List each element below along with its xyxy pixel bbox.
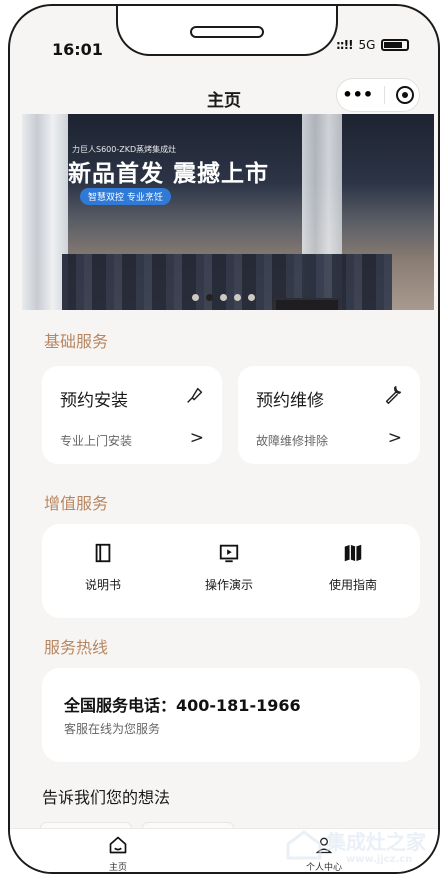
banner-dot[interactable]	[192, 294, 199, 301]
hotline-card[interactable]: 全国服务电话：400-181-1966 客服在线为您服务	[42, 668, 420, 762]
home-icon	[109, 836, 127, 854]
mini-program-capsule: •••	[336, 78, 420, 112]
watermark-url: www.jjcz.cn	[346, 854, 413, 865]
banner-indicator	[192, 294, 255, 301]
watermark: 集成灶之家 www.jjcz.cn	[280, 818, 438, 872]
screwdriver-icon	[187, 387, 203, 403]
city-skyline	[62, 254, 392, 310]
watermark-house-icon	[286, 830, 322, 860]
tab-home[interactable]: 主页	[88, 835, 148, 873]
banner-dot[interactable]	[206, 294, 213, 301]
vas-demo[interactable]: 操作演示	[184, 542, 274, 593]
book-icon	[95, 543, 111, 563]
card-repair-title: 预约维修	[256, 391, 324, 411]
watermark-text: 集成灶之家	[326, 830, 426, 854]
hotline-phone: 全国服务电话：400-181-1966	[64, 696, 301, 715]
section-hotline: 服务热线	[44, 638, 109, 657]
hotline-subtitle: 客服在线为您服务	[64, 722, 161, 736]
map-icon	[344, 544, 362, 562]
value-added-panel: 说明书 操作演示 使用指南	[42, 524, 420, 618]
signal-icon: ::!!	[336, 38, 354, 52]
network-label: 5G	[358, 38, 376, 52]
card-repair-subtitle: 故障维修排除	[256, 434, 329, 448]
notch	[116, 6, 338, 56]
more-dots-icon[interactable]: •••	[342, 87, 373, 103]
vas-manual-label: 说明书	[84, 578, 121, 592]
card-install-subtitle: 专业上门安装	[60, 434, 133, 448]
vas-guide[interactable]: 使用指南	[308, 542, 398, 593]
card-install-title: 预约安装	[60, 391, 128, 411]
phone-frame: 16:01 ::!! 5G 主页 ••• 力巨人S600-ZKD蒸烤集成灶 新品…	[8, 4, 440, 874]
banner-dot[interactable]	[220, 294, 227, 301]
battery-icon	[381, 39, 410, 51]
section-value-added: 增值服务	[44, 494, 109, 513]
vas-demo-label: 操作演示	[204, 578, 253, 592]
tab-home-label: 主页	[108, 863, 127, 873]
target-icon[interactable]	[395, 86, 414, 104]
status-indicators: ::!! 5G	[336, 38, 410, 52]
vas-guide-label: 使用指南	[328, 578, 377, 592]
vas-manual[interactable]: 说明书	[58, 542, 148, 593]
feedback-title: 告诉我们您的想法	[42, 788, 171, 807]
card-install[interactable]: 预约安装 专业上门安装 >	[42, 366, 222, 464]
status-time: 16:01	[52, 40, 103, 59]
card-install-arrow: >	[189, 428, 204, 448]
banner-tag: 智慧双控 专业烹饪	[80, 188, 171, 205]
capsule-divider	[383, 86, 385, 104]
card-repair[interactable]: 预约维修 故障维修排除 >	[238, 366, 420, 464]
section-basic-services: 基础服务	[44, 332, 109, 351]
banner-dot[interactable]	[234, 294, 241, 301]
stove-image	[274, 298, 340, 310]
play-icon	[219, 544, 239, 563]
banner-dot[interactable]	[248, 294, 255, 301]
card-repair-arrow: >	[387, 428, 402, 448]
banner-headline: 新品首发 震撼上市	[68, 161, 270, 187]
speaker	[190, 26, 264, 38]
wrench-icon	[385, 386, 402, 404]
